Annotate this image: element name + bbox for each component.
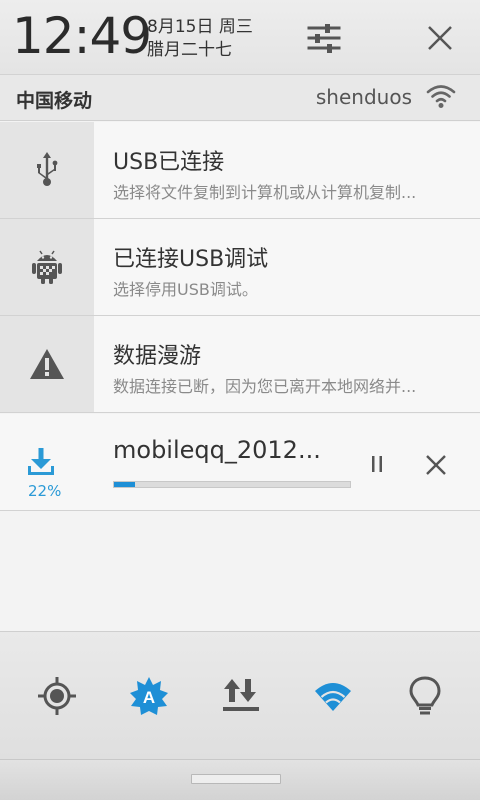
- empty-area: [0, 511, 480, 631]
- close-panel-button[interactable]: [418, 16, 462, 60]
- pause-icon: [372, 456, 382, 472]
- wifi-ssid: shenduos: [315, 85, 412, 109]
- wifi-signal-icon: [426, 85, 456, 108]
- download-progress-bar: [113, 481, 351, 488]
- notification-title: USB已连接: [113, 150, 225, 175]
- notification-title: 已连接USB调试: [113, 247, 269, 272]
- download-icon: [28, 448, 54, 475]
- lunar-date-text: 腊月二十七: [147, 40, 232, 60]
- notification-download[interactable]: 22% mobileqq_2012...: [0, 414, 480, 511]
- download-filename: mobileqq_2012...: [113, 436, 321, 464]
- clock: 12:49: [12, 7, 152, 65]
- notification-text: 选择停用USB调试。: [113, 280, 258, 299]
- carrier-name: 中国移动: [16, 90, 93, 112]
- wifi-icon: [315, 683, 351, 711]
- notification-title: 数据漫游: [113, 344, 202, 369]
- download-percent: 22%: [28, 482, 62, 500]
- pause-download-button[interactable]: [362, 449, 392, 479]
- notification-text: 选择将文件复制到计算机或从计算机复制...: [113, 183, 417, 202]
- toggle-flashlight[interactable]: [401, 672, 449, 720]
- toggle-wifi[interactable]: [309, 672, 357, 720]
- date-text: 8月15日 周三: [147, 17, 253, 37]
- close-icon: [426, 455, 446, 475]
- settings-sliders-icon: [307, 24, 341, 53]
- notification-icon-box: [0, 122, 94, 218]
- settings-button[interactable]: [302, 16, 346, 60]
- svg-text:A: A: [143, 688, 155, 707]
- toggle-gps[interactable]: [33, 672, 81, 720]
- download-progress-fill: [114, 482, 136, 487]
- notification-header: 12:49 8月15日 周三 腊月二十七: [0, 0, 480, 74]
- notification-text: 数据连接已断，因为您已离开本地网络并...: [113, 377, 417, 396]
- toggle-auto-brightness[interactable]: A: [125, 672, 173, 720]
- auto-brightness-icon: A: [130, 677, 168, 715]
- warning-icon: [30, 349, 64, 379]
- notification-usb-connected[interactable]: USB已连接 选择将文件复制到计算机或从计算机复制...: [0, 122, 480, 219]
- notification-usb-debugging[interactable]: 已连接USB调试 选择停用USB调试。: [0, 219, 480, 316]
- android-debug-icon: [32, 250, 62, 284]
- usb-icon: [37, 152, 58, 186]
- quick-toggles-bar: A: [0, 631, 480, 759]
- cancel-download-button[interactable]: [420, 449, 452, 481]
- carrier-bar: 中国移动 shenduos: [0, 74, 480, 121]
- close-icon: [428, 26, 452, 50]
- drag-handle[interactable]: [191, 774, 281, 784]
- gps-icon: [38, 677, 76, 715]
- notification-data-roaming[interactable]: 数据漫游 数据连接已断，因为您已离开本地网络并...: [0, 316, 480, 413]
- panel-bottom-bar: [0, 759, 480, 800]
- date-block: 8月15日 周三 腊月二十七: [147, 16, 253, 62]
- notification-icon-box: [0, 316, 94, 412]
- notification-icon-box: [0, 219, 94, 315]
- flashlight-icon: [409, 676, 441, 715]
- data-sync-icon: [223, 679, 259, 711]
- toggle-data-sync[interactable]: [217, 672, 265, 720]
